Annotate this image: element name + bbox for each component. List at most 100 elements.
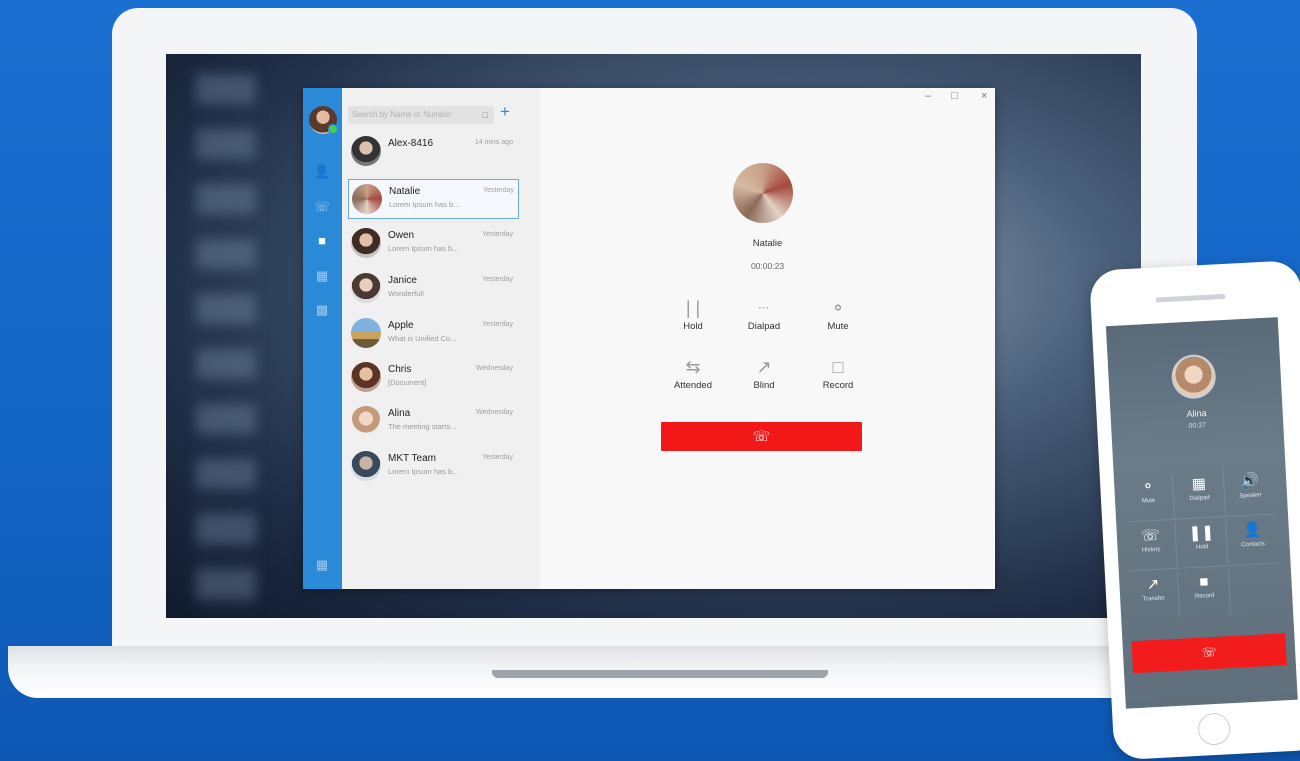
mobile-mute-button[interactable]: ⚬ Mute	[1122, 472, 1176, 523]
search-icon[interactable]: □	[483, 106, 488, 124]
dialpad-icon: ▦	[1191, 475, 1207, 493]
add-icon[interactable]: +	[500, 103, 514, 121]
contact-avatar	[352, 184, 382, 214]
hold-label: Hold	[683, 321, 703, 332]
mobile-call-screen: Alina 00:37 ⚬ Mute ▦ Dialpad 🔊 Speaker ☏…	[1105, 317, 1298, 709]
mobile-call-controls: ⚬ Mute ▦ Dialpad 🔊 Speaker ☏ History ❚❚ …	[1122, 467, 1285, 623]
mute-label: Mute	[827, 321, 849, 332]
speaker-icon: 🔊	[1239, 472, 1260, 491]
message-time: Yesterday	[482, 231, 513, 238]
contact-avatar	[351, 318, 381, 348]
laptop-notch	[492, 670, 828, 678]
chat-icon[interactable]: ■	[313, 234, 331, 248]
message-time: Yesterday	[482, 321, 513, 328]
list-item[interactable]: Apple What is Unified Co... Yesterday	[348, 314, 517, 352]
transfer-icon: ↗	[1146, 575, 1160, 594]
maximize-icon[interactable]: □	[951, 90, 958, 102]
mobile-callee-avatar	[1170, 353, 1217, 400]
mobile-phone: Alina 00:37 ⚬ Mute ▦ Dialpad 🔊 Speaker ☏…	[1089, 259, 1300, 761]
mobile-hold-button[interactable]: ❚❚ Hold	[1176, 519, 1229, 569]
mobile-contacts-label: Contacts	[1241, 541, 1266, 549]
mobile-contacts-button[interactable]: 👤 Contacts	[1227, 516, 1279, 567]
list-item[interactable]: Owen Lorem Ipsum has b... Yesterday	[348, 224, 517, 262]
contact-name: Alex-8416	[388, 138, 434, 149]
contact-avatar	[351, 136, 381, 166]
list-item[interactable]: Natalie Lorem Ipsum has b... Yesterday	[348, 179, 519, 219]
dialpad-icon: ⋯	[758, 302, 770, 314]
mobile-record-button[interactable]: ■ Record	[1178, 568, 1232, 617]
list-item[interactable]: Chris [Document] Wednesday	[348, 358, 517, 396]
callee-name: Natalie	[752, 238, 783, 249]
message-time: 14 mins ago	[474, 139, 513, 146]
nav-rail: 👤 ☏ ■ ▦ ▩ ▦	[303, 88, 342, 589]
hold-button[interactable]: | | Hold	[653, 295, 733, 332]
call-history-icon: ☏	[1140, 526, 1161, 545]
voicemail-icon[interactable]: ▩	[313, 303, 331, 317]
search-placeholder: Search by Name or Number	[352, 110, 452, 119]
user-avatar[interactable]	[309, 106, 338, 134]
microphone-icon: ⚬	[1141, 477, 1155, 496]
close-icon[interactable]: ×	[981, 90, 987, 102]
pause-icon: | |	[685, 298, 701, 318]
microphone-off-icon: ⚬	[830, 298, 846, 318]
message-snippet: Lorem Ipsum has b...	[388, 467, 459, 476]
attended-transfer-button[interactable]: ⇆ Attended	[653, 354, 733, 391]
hang-up-button[interactable]: ☏	[661, 422, 862, 451]
list-item[interactable]: MKT Team Lorem Ipsum has b... Yesterday	[348, 447, 517, 485]
mute-button[interactable]: ⚬ Mute	[798, 295, 878, 332]
mobile-speaker-button[interactable]: 🔊 Speaker	[1224, 467, 1277, 518]
conversation-list: Search by Name or Number □ + Alex-8416 1…	[342, 88, 540, 589]
mobile-hang-up-button[interactable]: ☏	[1131, 633, 1287, 674]
contact-name: Chris	[388, 364, 412, 375]
hang-up-icon: ☏	[752, 428, 771, 444]
contact-name: Janice	[388, 275, 417, 286]
blind-transfer-button[interactable]: ↗ Blind	[724, 354, 804, 391]
call-timer: 00:00:23	[750, 261, 785, 271]
hang-up-icon: ☏	[1201, 644, 1217, 660]
search-input[interactable]: Search by Name or Number □	[348, 106, 494, 124]
status-bar	[1106, 317, 1278, 336]
org-chart-icon[interactable]: ▦	[313, 269, 331, 283]
call-panel: – □ × Natalie 00:00:23 | | Hold ⋯ Dialpa…	[540, 88, 995, 589]
message-snippet: [Document]	[388, 378, 427, 387]
contact-name: Natalie	[389, 186, 421, 197]
phone-speaker-grille	[1155, 293, 1226, 303]
attended-label: Attended	[673, 380, 713, 391]
record-label: Record	[822, 380, 854, 391]
contacts-icon[interactable]: 👤	[313, 165, 331, 179]
list-item[interactable]: Alina The meeting starts... Wednesday	[348, 402, 517, 440]
call-log-icon[interactable]: ☏	[313, 200, 331, 214]
home-button[interactable]	[1197, 712, 1231, 746]
pause-icon: ❚❚	[1188, 523, 1215, 543]
message-snippet: What is Unified Co...	[388, 334, 457, 343]
contact-name: Apple	[388, 320, 414, 331]
contact-name: Owen	[388, 230, 415, 241]
record-icon: ■	[1198, 573, 1209, 591]
apps-grid-icon[interactable]: ▦	[313, 558, 331, 572]
transfer-icon: ↗	[756, 357, 772, 377]
callee-avatar	[733, 163, 793, 223]
contact-avatar	[351, 228, 381, 258]
mobile-speaker-label: Speaker	[1239, 492, 1262, 500]
record-button[interactable]: □ Record	[798, 354, 878, 391]
mobile-transfer-label: Transfer	[1142, 595, 1165, 603]
message-snippet: Lorem Ipsum has b...	[388, 244, 459, 253]
message-time: Yesterday	[483, 187, 514, 194]
message-snippet: Wonderful!	[388, 289, 425, 298]
mobile-history-button[interactable]: ☏ History	[1125, 521, 1178, 572]
dialpad-button[interactable]: ⋯ Dialpad	[724, 295, 804, 332]
message-time: Yesterday	[482, 454, 513, 461]
message-time: Wednesday	[476, 365, 513, 372]
contact-avatar	[351, 451, 381, 481]
list-item[interactable]: Janice Wonderful! Yesterday	[348, 269, 517, 307]
contact-avatar	[351, 362, 381, 392]
online-status-dot	[328, 124, 338, 134]
mobile-dialpad-button[interactable]: ▦ Dialpad	[1173, 470, 1227, 520]
mobile-record-label: Record	[1194, 592, 1215, 600]
minimize-icon[interactable]: –	[925, 90, 931, 102]
mobile-transfer-button[interactable]: ↗ Transfer	[1127, 570, 1181, 620]
blind-label: Blind	[753, 380, 775, 391]
list-item[interactable]: Alex-8416 14 mins ago	[348, 132, 517, 170]
contact-avatar	[351, 406, 381, 436]
dialpad-label: Dialpad	[747, 321, 781, 332]
